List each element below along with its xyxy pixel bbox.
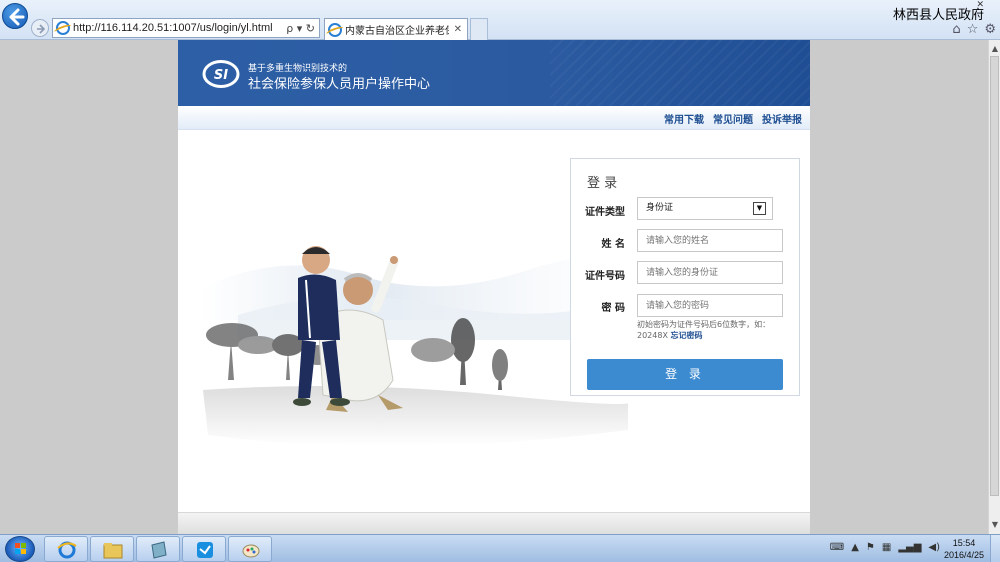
tab-title: 内蒙古自治区企业养老保险... <box>345 26 449 37</box>
id-number-input[interactable] <box>637 261 783 284</box>
home-icon[interactable]: ⌂ <box>952 22 960 37</box>
login-panel: 登 录 证件类型 身份证 ▼ 姓 名 证件号码 密 码 初始密码为证件号码后6位… <box>570 158 800 396</box>
scroll-up-icon[interactable]: ▲ <box>989 42 1000 56</box>
network-icon[interactable]: ▦ <box>882 542 891 553</box>
sub-navigation: 常用下载 常见问题 投诉举报 <box>178 106 810 130</box>
arrow-right-icon <box>37 24 46 34</box>
new-tab-button[interactable] <box>470 18 488 40</box>
flag-icon[interactable]: ⚑ <box>866 542 875 553</box>
hero-illustration <box>198 246 628 447</box>
logo-text: SI <box>214 68 228 83</box>
star-icon[interactable]: ☆ <box>967 22 979 37</box>
id-type-value: 身份证 <box>646 203 674 213</box>
banner-title: 社会保险参保人员用户操作中心 <box>248 77 431 92</box>
forward-button[interactable] <box>31 19 49 37</box>
ie-tab-icon <box>328 22 342 37</box>
tab-close-button[interactable]: ✕ <box>449 24 467 35</box>
show-hidden-icon[interactable]: ▲ <box>851 542 859 553</box>
hint-text: 初始密码为证件号码后6位数字，如：20248X <box>637 320 771 340</box>
keyboard-icon[interactable]: ⌨ <box>830 542 844 553</box>
address-bar[interactable]: http://116.114.20.51:1007/us/login/yl.ht… <box>52 18 320 38</box>
paint-icon <box>242 544 260 558</box>
id-number-label: 证件号码 <box>585 271 625 282</box>
taskbar-paint[interactable] <box>228 536 272 562</box>
id-type-label: 证件类型 <box>585 207 625 218</box>
notebook-icon <box>151 541 167 559</box>
url-text[interactable]: http://116.114.20.51:1007/us/login/yl.ht… <box>73 22 282 34</box>
address-tools[interactable]: ρ ▾ ↻ <box>282 22 319 35</box>
vertical-scrollbar[interactable]: ▲ ▼ <box>988 40 1000 534</box>
volume-icon[interactable]: ◀) <box>928 542 940 553</box>
taskbar-bird-app[interactable] <box>182 536 226 562</box>
login-title: 登 录 <box>587 176 618 191</box>
clock-date: 2016/4/25 <box>943 550 984 560</box>
window-title: 林西县人民政府 <box>892 8 984 23</box>
name-input[interactable] <box>637 229 783 252</box>
password-label: 密 码 <box>601 303 625 314</box>
forgot-password-link[interactable]: 忘记密码 <box>670 331 702 340</box>
ie-page-icon <box>56 21 70 35</box>
clock-time: 15:54 <box>952 538 976 548</box>
taskbar-notebook[interactable] <box>136 536 180 562</box>
system-clock[interactable]: 15:54 2016/4/25 <box>944 537 984 561</box>
password-hint: 初始密码为证件号码后6位数字，如：20248X 忘记密码 <box>637 319 787 341</box>
login-button[interactable]: 登 录 <box>587 359 783 390</box>
start-button[interactable] <box>5 536 35 562</box>
link-faq[interactable]: 常见问题 <box>713 111 753 126</box>
system-tray: ⌨ ▲ ⚑ ▦ ▂▄▆ ◀) <box>830 542 940 553</box>
chevron-down-icon[interactable]: ▼ <box>753 202 766 215</box>
login-page: SI 基于多重生物识别技术的 社会保险参保人员用户操作中心 常用下载 常见问题 … <box>178 40 810 534</box>
page-footer <box>178 512 810 534</box>
browser-tab[interactable]: 内蒙古自治区企业养老保险... ✕ <box>324 18 468 40</box>
bird-app-icon <box>197 542 213 558</box>
social-insurance-logo: SI <box>202 60 240 88</box>
taskbar-explorer[interactable] <box>90 536 134 562</box>
scroll-thumb[interactable] <box>990 56 999 496</box>
windows-logo-icon <box>15 543 26 554</box>
gear-icon[interactable]: ⚙ <box>984 22 996 37</box>
password-input[interactable] <box>637 294 783 317</box>
ie-icon <box>57 541 77 559</box>
link-complaint[interactable]: 投诉举报 <box>762 111 802 126</box>
scroll-down-icon[interactable]: ▼ <box>989 518 1000 532</box>
folder-icon <box>103 543 123 559</box>
browser-chrome: http://116.114.20.51:1007/us/login/yl.ht… <box>0 0 1000 40</box>
name-label: 姓 名 <box>601 239 625 250</box>
back-button[interactable] <box>2 3 28 29</box>
id-type-select[interactable]: 身份证 ▼ <box>637 197 773 220</box>
signal-icon[interactable]: ▂▄▆ <box>898 542 921 553</box>
site-banner: SI 基于多重生物识别技术的 社会保险参保人员用户操作中心 <box>178 40 810 106</box>
taskbar: ⌨ ▲ ⚑ ▦ ▂▄▆ ◀) 15:54 2016/4/25 <box>0 534 1000 562</box>
show-desktop-button[interactable] <box>990 535 1000 562</box>
link-downloads[interactable]: 常用下载 <box>664 111 704 126</box>
taskbar-ie[interactable] <box>44 536 88 562</box>
arrow-left-icon <box>9 8 25 26</box>
